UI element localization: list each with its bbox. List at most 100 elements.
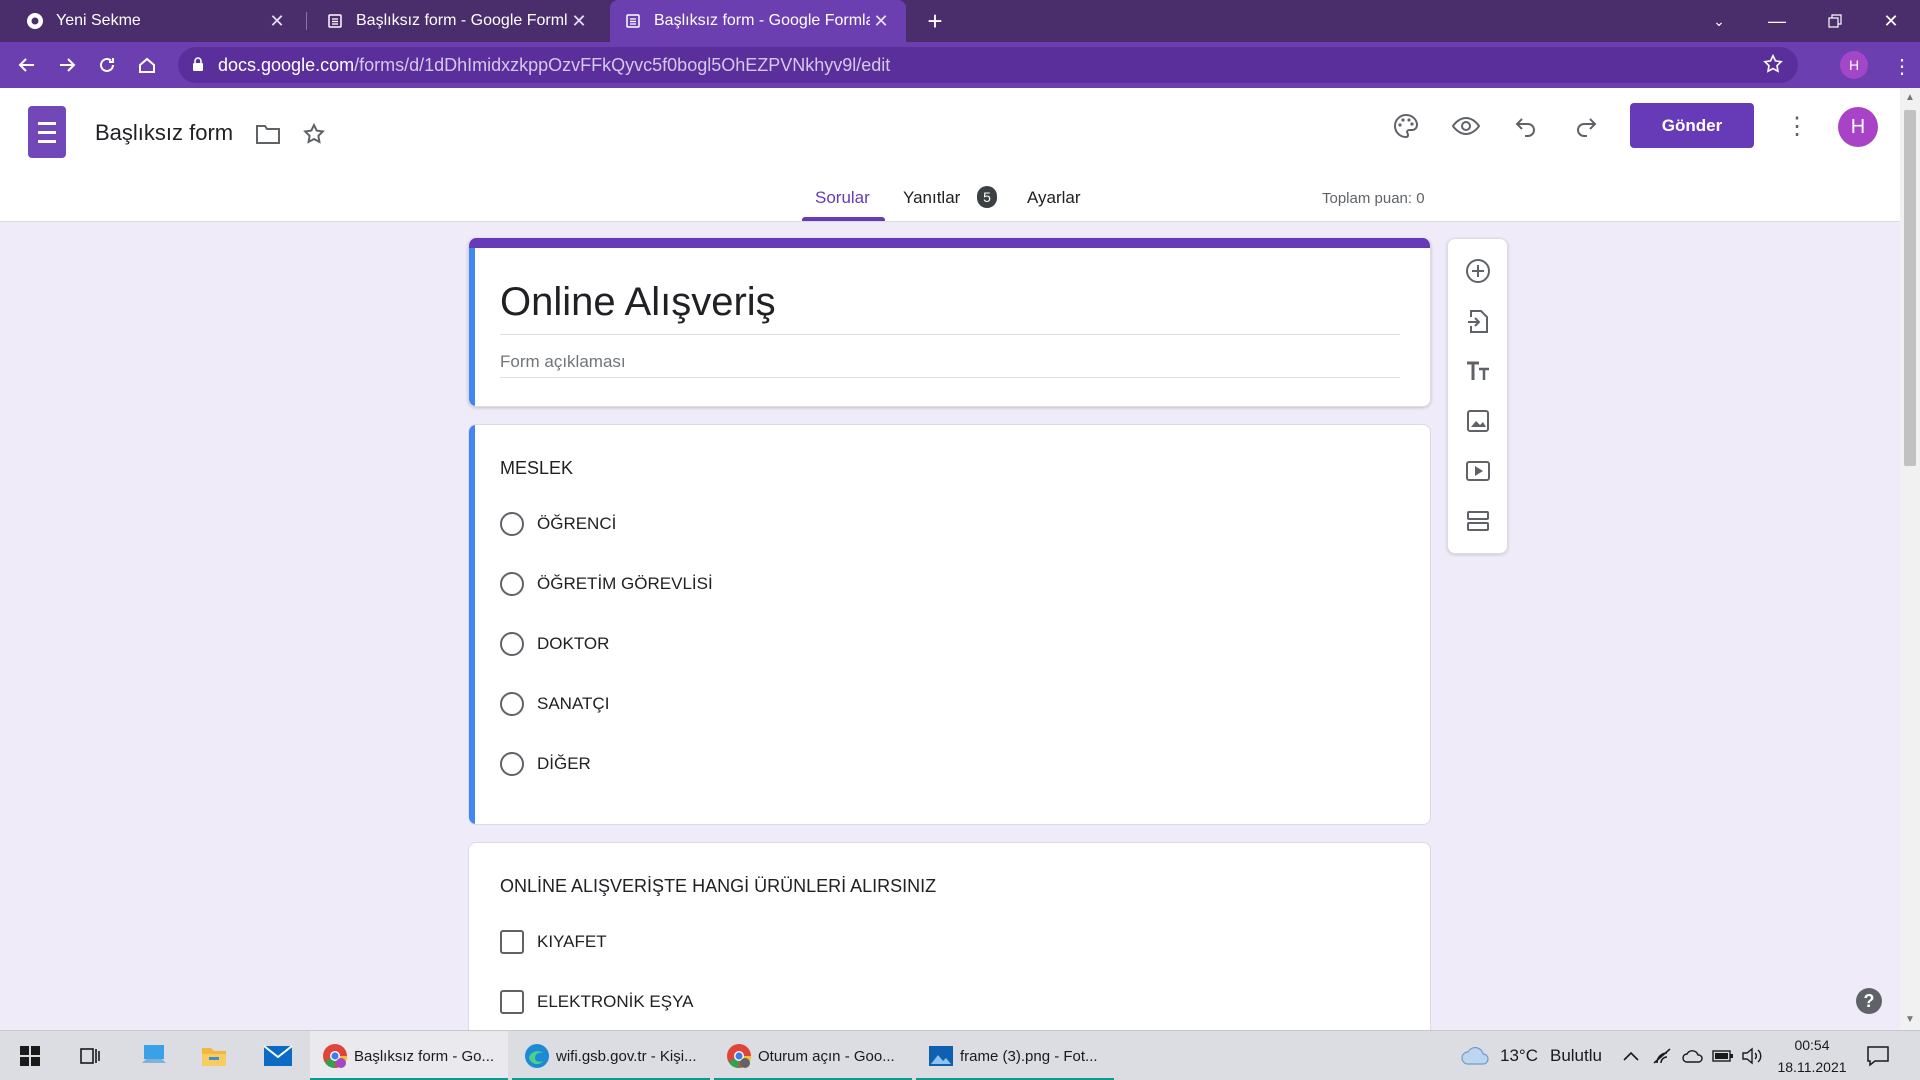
document-title[interactable]: Başlıksız form <box>95 120 233 146</box>
more-options-icon[interactable]: ⋮ <box>1779 108 1815 144</box>
radio-option[interactable]: SANATÇI <box>500 692 609 716</box>
radio-option[interactable]: ÖĞRETİM GÖREVLİSİ <box>500 572 713 596</box>
file-explorer-icon[interactable] <box>198 1040 230 1072</box>
import-questions-icon[interactable] <box>1462 305 1494 337</box>
radio-button[interactable] <box>500 572 524 596</box>
form-title-card[interactable]: Online Alışveriş Form açıklaması <box>468 238 1431 407</box>
this-pc-icon[interactable] <box>138 1040 170 1072</box>
address-bar[interactable]: docs.google.com/forms/d/1dDhImidxzkppOzv… <box>178 47 1798 83</box>
radio-option[interactable]: DİĞER <box>500 752 591 776</box>
radio-button[interactable] <box>500 692 524 716</box>
taskbar-app-label: Başlıksız form - Go... <box>354 1047 495 1065</box>
restore-button[interactable] <box>1806 0 1864 42</box>
page-scrollbar[interactable]: ▲ ▼ <box>1900 88 1920 1030</box>
account-avatar[interactable]: H <box>1838 107 1878 147</box>
tab-search-icon[interactable]: ⌄ <box>1690 0 1748 42</box>
option-label: SANATÇI <box>537 694 610 713</box>
browser-tab-forms-1[interactable]: Başlıksız form - Google Formlar ✕ <box>312 0 604 42</box>
show-hidden-icons-chevron-icon[interactable] <box>1622 1031 1640 1080</box>
question-title[interactable]: MESLEK <box>500 458 573 479</box>
form-side-toolbar <box>1447 238 1508 554</box>
add-video-icon[interactable] <box>1462 455 1494 487</box>
url-host: docs.google.com <box>218 54 355 75</box>
palette-icon[interactable] <box>1388 108 1424 144</box>
close-tab-icon[interactable]: ✕ <box>266 10 288 32</box>
back-button[interactable] <box>11 49 43 81</box>
new-tab-button[interactable]: + <box>920 6 950 36</box>
scroll-down-arrow-icon[interactable]: ▼ <box>1905 1014 1915 1025</box>
wifi-icon[interactable] <box>1652 1031 1672 1080</box>
help-icon[interactable]: ? <box>1856 988 1882 1014</box>
system-clock[interactable]: 00:54 18.11.2021 <box>1764 1034 1860 1078</box>
option-label: ÖĞRETİM GÖREVLİSİ <box>537 574 713 593</box>
browser-tab-new-tab[interactable]: Yeni Sekme ✕ <box>12 0 302 42</box>
onedrive-icon[interactable] <box>1682 1031 1704 1080</box>
tab-questions[interactable]: Sorular <box>815 188 870 208</box>
taskbar-app-edge[interactable]: wifi.gsb.gov.tr - Kişi... <box>512 1031 710 1080</box>
windows-start-icon[interactable] <box>14 1040 46 1072</box>
form-description-field[interactable]: Form açıklaması <box>500 352 626 372</box>
checkbox-option[interactable]: KIYAFET <box>500 930 607 954</box>
notifications-icon[interactable] <box>1866 1031 1890 1080</box>
google-forms-logo-icon[interactable] <box>28 106 66 158</box>
question-card[interactable]: MESLEK ÖĞRENCİ ÖĞRETİM GÖREVLİSİ DOKTOR … <box>468 424 1431 825</box>
weather-widget[interactable]: 13°C Bulutlu <box>1460 1031 1602 1080</box>
photos-icon <box>929 1046 953 1066</box>
checkbox[interactable] <box>500 930 524 954</box>
taskbar-app-chrome-signin[interactable]: Oturum açın - Goo... <box>714 1031 912 1080</box>
task-view-icon[interactable] <box>74 1040 106 1072</box>
tab-responses[interactable]: Yanıtlar <box>903 188 960 208</box>
browser-tab-strip: Yeni Sekme ✕ Başlıksız form - Google For… <box>0 0 1920 42</box>
edge-icon <box>525 1044 549 1068</box>
taskbar-app-label: Oturum açın - Goo... <box>758 1047 895 1065</box>
tab-divider <box>306 12 307 30</box>
browser-menu-icon[interactable]: ⋮ <box>1892 54 1912 79</box>
checkbox[interactable] <box>500 990 524 1014</box>
forms-favicon-icon <box>326 12 344 30</box>
send-button[interactable]: Gönder <box>1630 103 1754 148</box>
radio-button[interactable] <box>500 512 524 536</box>
home-button[interactable] <box>131 49 163 81</box>
scroll-thumb[interactable] <box>1904 110 1916 466</box>
tab-settings[interactable]: Ayarlar <box>1027 188 1081 208</box>
radio-option[interactable]: ÖĞRENCİ <box>500 512 616 536</box>
close-tab-icon[interactable]: ✕ <box>568 10 590 32</box>
checkbox-option[interactable]: ELEKTRONİK EŞYA <box>500 990 694 1014</box>
add-image-icon[interactable] <box>1462 405 1494 437</box>
option-label: KIYAFET <box>537 932 607 951</box>
windows-taskbar: Başlıksız form - Go... wifi.gsb.gov.tr -… <box>0 1030 1920 1080</box>
form-title[interactable]: Online Alışveriş <box>500 280 776 325</box>
taskbar-app-label: wifi.gsb.gov.tr - Kişi... <box>556 1047 697 1065</box>
question-card[interactable]: ONLİNE ALIŞVERİŞTE HANGİ ÜRÜNLERİ ALIRSI… <box>468 842 1431 1042</box>
browser-tab-forms-2[interactable]: Başlıksız form - Google Formlar ✕ <box>610 0 906 42</box>
mail-icon[interactable] <box>262 1040 294 1072</box>
radio-button[interactable] <box>500 752 524 776</box>
close-tab-icon[interactable]: ✕ <box>870 10 892 32</box>
redo-icon[interactable] <box>1568 108 1604 144</box>
preview-eye-icon[interactable] <box>1448 108 1484 144</box>
browser-profile-avatar[interactable]: H <box>1840 51 1868 79</box>
close-window-button[interactable]: ✕ <box>1862 0 1920 42</box>
focus-indicator-bar <box>469 248 475 406</box>
volume-icon[interactable] <box>1741 1031 1763 1080</box>
battery-icon[interactable] <box>1712 1031 1734 1080</box>
option-label: DOKTOR <box>537 634 610 653</box>
move-to-folder-icon[interactable] <box>250 116 286 152</box>
add-title-text-icon[interactable] <box>1462 355 1494 387</box>
title-underline <box>500 334 1400 335</box>
minimize-button[interactable]: — <box>1748 0 1806 42</box>
undo-icon[interactable] <box>1508 108 1544 144</box>
taskbar-app-chrome-forms[interactable]: Başlıksız form - Go... <box>310 1031 508 1080</box>
bookmark-star-icon[interactable] <box>1762 53 1784 80</box>
question-title[interactable]: ONLİNE ALIŞVERİŞTE HANGİ ÜRÜNLERİ ALIRSI… <box>500 876 936 897</box>
star-icon[interactable] <box>296 116 332 152</box>
add-question-icon[interactable] <box>1462 255 1494 287</box>
add-section-icon[interactable] <box>1462 505 1494 537</box>
scroll-up-arrow-icon[interactable]: ▲ <box>1905 92 1915 103</box>
reload-button[interactable] <box>91 49 123 81</box>
radio-button[interactable] <box>500 632 524 656</box>
taskbar-app-photos[interactable]: frame (3).png - Fot... <box>916 1031 1114 1080</box>
lock-icon[interactable] <box>192 55 204 76</box>
radio-option[interactable]: DOKTOR <box>500 632 609 656</box>
forward-button[interactable] <box>51 49 83 81</box>
